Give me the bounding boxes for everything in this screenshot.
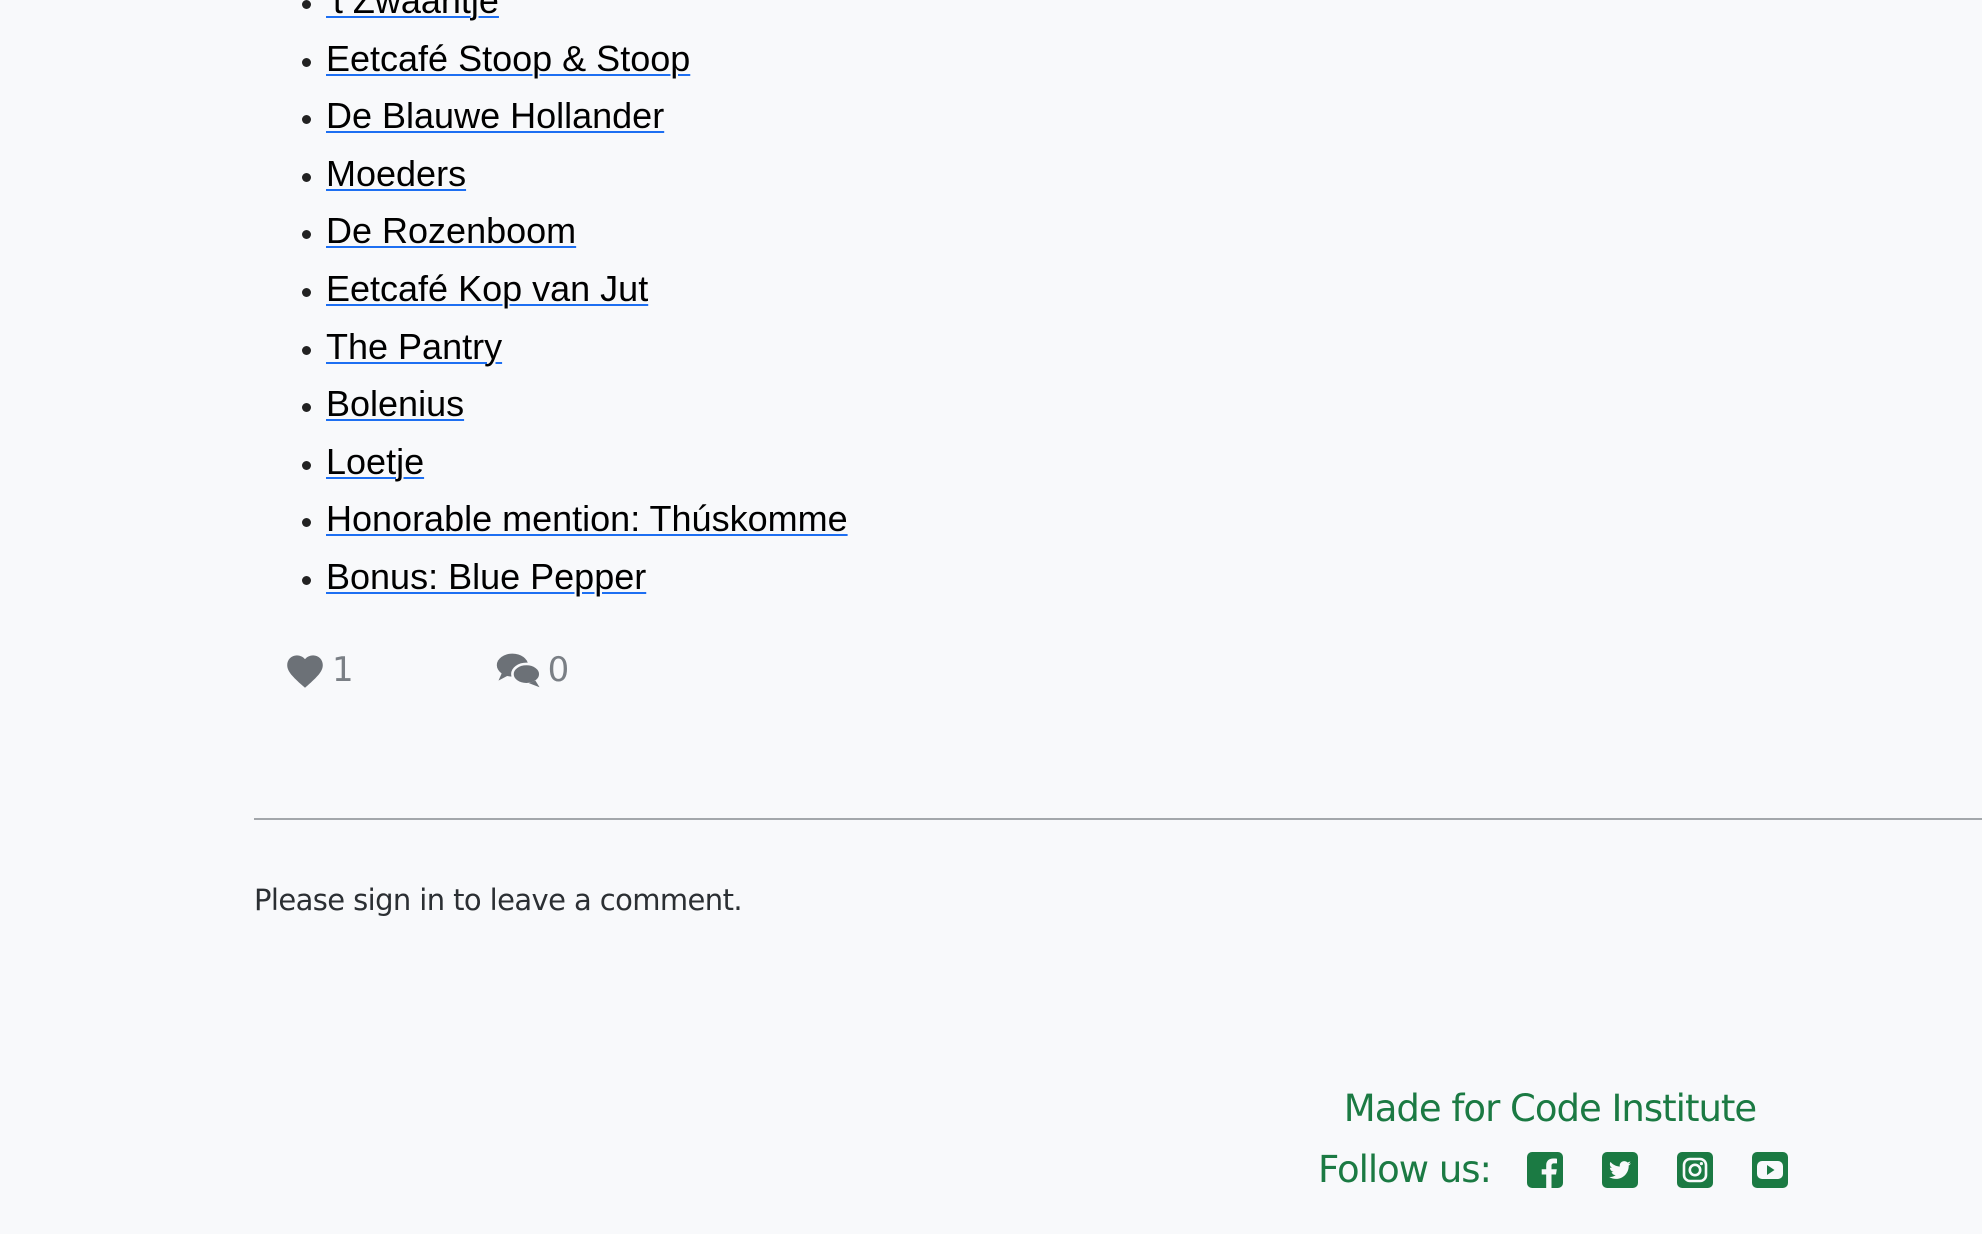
restaurant-link[interactable]: De Blauwe Hollander bbox=[326, 95, 664, 136]
like-counter[interactable]: 1 bbox=[284, 650, 354, 690]
list-item: De Blauwe Hollander bbox=[326, 87, 848, 145]
restaurant-link[interactable]: Eetcafé Kop van Jut bbox=[326, 268, 648, 309]
list-item: Honorable mention: Thúskomme bbox=[326, 490, 848, 548]
list-item: Bonus: Blue Pepper bbox=[326, 548, 848, 606]
restaurant-link[interactable]: Moeders bbox=[326, 153, 466, 194]
comments-icon bbox=[496, 651, 542, 689]
restaurant-link[interactable]: 't Zwaantje bbox=[326, 0, 499, 21]
twitter-icon[interactable] bbox=[1602, 1151, 1639, 1188]
list-item: Moeders bbox=[326, 145, 848, 203]
section-divider bbox=[254, 818, 1982, 820]
list-item: Eetcafé Stoop & Stoop bbox=[326, 30, 848, 88]
restaurant-link[interactable]: Honorable mention: Thúskomme bbox=[326, 498, 848, 539]
social-links bbox=[1527, 1151, 1789, 1188]
post-stats: 1 0 bbox=[284, 650, 569, 690]
heart-icon[interactable] bbox=[284, 651, 326, 689]
instagram-icon[interactable] bbox=[1677, 1151, 1714, 1188]
list-item: Loetje bbox=[326, 433, 848, 491]
facebook-icon[interactable] bbox=[1527, 1151, 1564, 1188]
made-for-text: Made for Code Institute bbox=[1343, 1087, 1757, 1130]
list-item: Bolenius bbox=[326, 375, 848, 433]
restaurant-link[interactable]: Bonus: Blue Pepper bbox=[326, 556, 646, 597]
restaurant-list: 't Zwaantje Eetcafé Stoop & Stoop De Bla… bbox=[254, 0, 848, 606]
comment-count: 0 bbox=[547, 650, 570, 690]
youtube-icon[interactable] bbox=[1752, 1151, 1789, 1188]
restaurant-link[interactable]: The Pantry bbox=[326, 326, 502, 367]
follow-us-label: Follow us: bbox=[1318, 1148, 1492, 1191]
list-item: 't Zwaantje bbox=[326, 0, 848, 30]
list-item: De Rozenboom bbox=[326, 202, 848, 260]
restaurant-link[interactable]: Bolenius bbox=[326, 383, 464, 424]
list-item: The Pantry bbox=[326, 318, 848, 376]
restaurant-link[interactable]: De Rozenboom bbox=[326, 210, 576, 251]
follow-us-row: Follow us: bbox=[1318, 1148, 1789, 1191]
comment-counter: 0 bbox=[496, 650, 570, 690]
restaurant-link[interactable]: Eetcafé Stoop & Stoop bbox=[326, 38, 690, 79]
like-count: 1 bbox=[332, 650, 354, 690]
list-item: Eetcafé Kop van Jut bbox=[326, 260, 848, 318]
restaurant-link[interactable]: Loetje bbox=[326, 441, 424, 482]
signin-prompt: Please sign in to leave a comment. bbox=[254, 883, 743, 917]
